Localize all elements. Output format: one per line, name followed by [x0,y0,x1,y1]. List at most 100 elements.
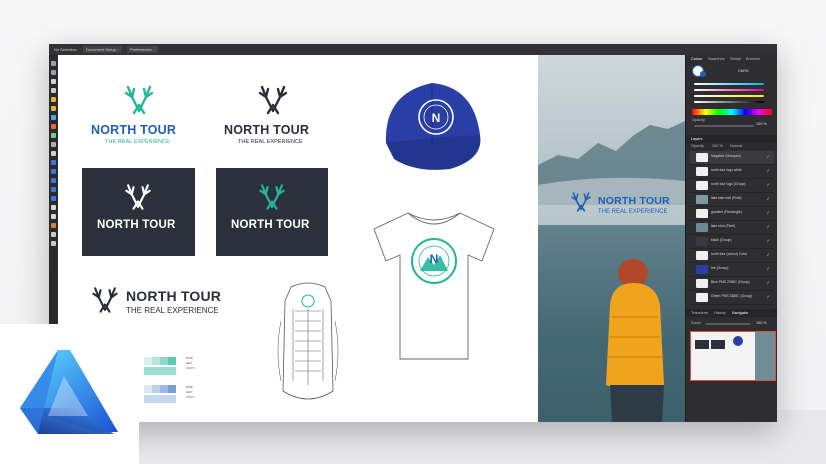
layer-thumbnail [696,265,708,274]
layer-row[interactable]: Negative (Grouped) ✓ [690,151,774,165]
hand-tool-icon[interactable] [51,232,56,237]
layer-row[interactable]: lake stan edit (Pixel) ✓ [690,193,774,207]
blue-hex-label: HEX: [186,390,194,394]
preview-card [695,340,709,349]
visibility-check-icon[interactable]: ✓ [767,182,770,187]
teal-swatch-4 [168,357,176,365]
document-setup-button[interactable]: Document Setup... [83,46,123,53]
tab-stroke[interactable]: Stroke [730,57,741,61]
layer-options-bar: Opacity 100 % Normal [686,143,777,150]
visibility-check-icon[interactable]: ✓ [767,168,770,173]
layer-thumbnail [696,237,708,246]
hue-spectrum[interactable] [692,109,772,115]
pencil-tool-icon[interactable] [51,106,56,111]
visibility-check-icon[interactable]: ✓ [767,252,770,257]
navigator-preview[interactable] [690,331,776,381]
dark-logo-card-teal: NORTH TOUR [216,168,328,256]
crop-tool-icon[interactable] [51,151,56,156]
layer-name: north tour logo white [711,168,742,172]
magenta-slider[interactable] [694,89,764,91]
opacity-label: Opacity [692,118,705,122]
tab-brushes[interactable]: Brushes [746,57,760,61]
card-title-white-2: NORTH TOUR [231,219,310,231]
right-panels: Colour Swatches Stroke Brushes CMYK Opac… [685,55,777,422]
card-title-white: NORTH TOUR [97,219,176,231]
logo-title: NORTH TOUR [91,123,177,137]
layer-row[interactable]: north tour (colour) Color ✓ [690,249,774,263]
opacity-value: 100 % [756,122,767,126]
layer-name: north tour (colour) Color [711,252,747,256]
fill-tool-icon[interactable] [51,124,56,129]
text-tool-icon[interactable] [51,205,56,210]
layer-opacity-label: Opacity [691,144,704,148]
tab-history[interactable]: History [714,311,726,315]
visibility-check-icon[interactable]: ✓ [767,294,770,299]
layer-row[interactable]: black (Group) ✓ [690,235,774,249]
layer-row[interactable]: gradient (Rectangle) ✓ [690,207,774,221]
frame-text-tool-icon[interactable] [51,214,56,219]
stroke-color-well[interactable] [700,71,706,77]
yellow-slider[interactable] [694,95,764,97]
layer-name: north tour logo (Group) [711,182,746,186]
affinity-designer-logo-icon [20,350,118,434]
visibility-check-icon[interactable]: ✓ [767,238,770,243]
tab-navigator[interactable]: Navigator [732,311,748,315]
zoom-tool-icon[interactable] [51,241,56,246]
lake-photo[interactable]: NORTH TOUR THE REAL EXPERIENCE [538,55,685,422]
layer-thumbnail [696,195,708,204]
star-tool-icon[interactable] [51,187,56,192]
wide-logo-subtitle: THE REAL EXPERIENCE [126,306,219,315]
visibility-check-icon[interactable]: ✓ [767,280,770,285]
black-slider[interactable] [694,101,764,103]
color-mode-select[interactable]: CMYK [738,69,749,73]
tab-swatches[interactable]: Swatches [708,57,724,61]
vector-brush-tool-icon[interactable] [51,115,56,120]
visibility-check-icon[interactable]: ✓ [767,196,770,201]
layer-thumbnail [696,153,708,162]
layer-row[interactable]: north tour logo (Group) ✓ [690,179,774,193]
backpack-sketch-icon [277,282,339,400]
tab-transform[interactable]: Transform [691,311,708,315]
color-picker-tool-icon[interactable] [51,142,56,147]
corner-tool-icon[interactable] [51,88,56,93]
layer-name: gradient (Rectangle) [711,210,742,214]
move-tool-icon[interactable] [51,61,56,66]
zoom-slider[interactable] [706,323,750,325]
tshirt-mockup-icon: N [373,212,495,360]
rectangle-tool-icon[interactable] [51,160,56,165]
teal-cmyk-label: CMYK: [186,366,196,370]
layer-name: tee (Group) [711,266,729,270]
pen-tool-icon[interactable] [51,97,56,102]
preview-card [711,340,725,349]
polygon-tool-icon[interactable] [51,196,56,201]
layer-row[interactable]: north tour logo white ✓ [690,165,774,179]
mountain-scene-icon [538,121,685,422]
blend-mode-select[interactable]: Normal [730,144,742,148]
transparency-tool-icon[interactable] [51,133,56,138]
cyan-slider[interactable] [694,83,764,85]
layer-opacity-value[interactable]: 100 % [712,144,723,148]
layer-name: Negative (Grouped) [711,154,741,158]
node-tool-icon[interactable] [51,79,56,84]
zoom-value[interactable]: 100 % [756,321,767,325]
place-image-tool-icon[interactable] [51,223,56,228]
tab-colour[interactable]: Colour [691,57,702,61]
teal-swatch-1 [144,357,152,365]
visibility-check-icon[interactable]: ✓ [767,266,770,271]
preferences-button[interactable]: Preferences... [127,46,158,53]
layer-row[interactable]: lake shot (Pixel) ✓ [690,221,774,235]
tab-layers[interactable]: Layers [691,137,702,141]
layer-row[interactable]: Green PMS 3385C (Group) ✓ [690,291,774,305]
layer-row[interactable]: tee (Group) ✓ [690,263,774,277]
visibility-check-icon[interactable]: ✓ [767,210,770,215]
ellipse-tool-icon[interactable] [51,169,56,174]
shape-tool-icon[interactable] [51,178,56,183]
artboard-tool-icon[interactable] [51,70,56,75]
opacity-slider[interactable] [694,125,754,127]
document-canvas[interactable]: NORTH TOUR THE REAL EXPERIENCE NORTH TOU… [58,55,685,422]
layer-thumbnail [696,293,708,302]
preview-photo [755,332,775,380]
visibility-check-icon[interactable]: ✓ [767,154,770,159]
visibility-check-icon[interactable]: ✓ [767,224,770,229]
layer-row[interactable]: Blue PMS 2955C (Group) ✓ [690,277,774,291]
